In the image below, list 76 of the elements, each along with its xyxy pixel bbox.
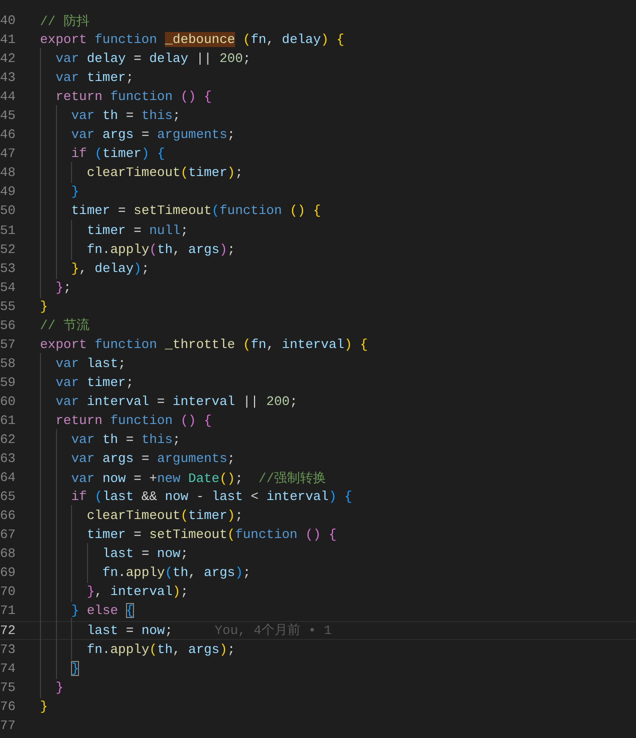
line-number: 59: [0, 374, 15, 390]
line-number: 68: [0, 546, 15, 562]
line-number: 53: [0, 260, 15, 276]
line-number: 70: [0, 584, 15, 600]
code-line: var delay = delay || 200;: [54, 51, 251, 66]
code-line: export function _debounce (fn, delay) {: [40, 32, 344, 48]
code-line: var th = this;: [70, 432, 180, 448]
code-line: return function () {: [54, 413, 212, 428]
code-line: export function _throttle (fn, interval) {: [40, 336, 368, 352]
code-line: }, delay);: [70, 260, 150, 276]
blame-annotation: You, 4个月前 • 1: [214, 622, 332, 640]
line-number: 66: [0, 508, 15, 524]
line-number: 69: [0, 565, 15, 580]
code-line: return function () {: [54, 89, 212, 104]
line-number: 40: [0, 13, 15, 28]
code-line: last = now;: [101, 546, 188, 562]
line-number: 51: [0, 222, 15, 238]
line-number: 46: [0, 127, 15, 142]
line-number: 57: [0, 336, 15, 352]
code-line: };: [54, 280, 72, 295]
line-number: 47: [0, 146, 15, 162]
code-line: }: [70, 660, 80, 676]
line-number: 48: [0, 165, 15, 180]
line-number: 76: [0, 698, 15, 714]
line-number: 54: [0, 280, 15, 295]
code-line: }: [54, 680, 64, 695]
code-line: // 节流: [40, 317, 90, 334]
line-number: 67: [0, 527, 15, 542]
code-line: fn.apply(th, args);: [101, 565, 251, 580]
line-number: 58: [0, 356, 15, 371]
code-line: var now = +new Date(); //强制转换: [70, 470, 326, 487]
line-number: 42: [0, 51, 15, 66]
line-number: 43: [0, 70, 15, 86]
code-line: var interval = interval || 200;: [54, 394, 298, 409]
line-number: 60: [0, 394, 15, 409]
line-number: 63: [0, 451, 15, 466]
code-line: timer = setTimeout(function () {: [70, 203, 321, 218]
code-line: } else {: [70, 603, 134, 618]
line-number: 75: [0, 680, 15, 695]
line-number: 55: [0, 298, 15, 314]
line-number: 50: [0, 203, 15, 218]
code-line: fn.apply(th, args);: [86, 642, 236, 657]
code-line: var args = arguments;: [70, 127, 236, 142]
line-number: 65: [0, 489, 15, 504]
line-number: 74: [0, 660, 15, 676]
code-line: last = now;: [86, 622, 173, 638]
code-line: if (last && now - last < interval) {: [70, 489, 352, 504]
code-line: timer = setTimeout(function () {: [86, 527, 337, 542]
code-line: if (timer) {: [70, 146, 165, 162]
code-line: var th = this;: [70, 108, 180, 124]
code-line: clearTimeout(timer);: [86, 165, 243, 180]
code-line: var timer;: [54, 374, 134, 390]
line-number: 52: [0, 242, 15, 257]
code-line: }: [40, 298, 48, 314]
line-number: 61: [0, 413, 15, 428]
line-number: 62: [0, 432, 15, 448]
line-number: 64: [0, 470, 15, 486]
line-number: 77: [0, 718, 15, 733]
line-number: 73: [0, 642, 15, 657]
code-line: // 防抖: [40, 12, 90, 30]
line-number: 41: [0, 32, 15, 48]
code-line: var timer;: [54, 70, 134, 86]
line-number: 72: [0, 622, 15, 638]
code-line: }: [40, 698, 48, 714]
code-line: var last;: [54, 356, 126, 371]
line-number: 44: [0, 89, 15, 104]
code-line: clearTimeout(timer);: [86, 508, 243, 524]
line-number: 45: [0, 108, 15, 124]
code-line: var args = arguments;: [70, 451, 236, 466]
line-number: 49: [0, 184, 15, 200]
code-line: fn.apply(th, args);: [86, 242, 236, 257]
line-number: 71: [0, 603, 15, 618]
code-line: }, interval);: [86, 584, 188, 600]
code-line: }: [70, 184, 80, 200]
code-line: timer = null;: [86, 222, 188, 238]
line-number: 56: [0, 318, 15, 333]
